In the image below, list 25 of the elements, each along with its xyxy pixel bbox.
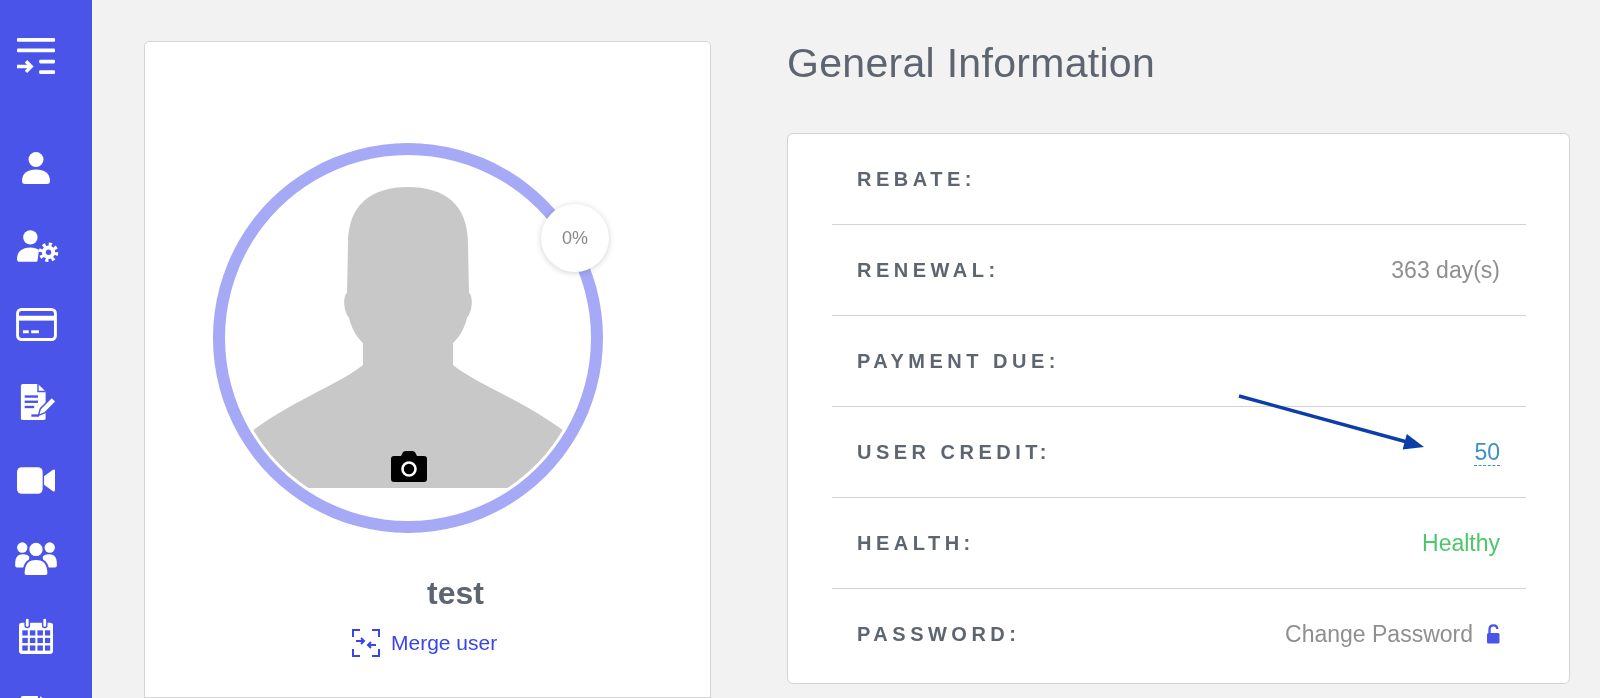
field-value: 363 day(s) xyxy=(1391,256,1500,284)
users-group-icon[interactable] xyxy=(15,540,57,576)
action-link[interactable]: Change Password xyxy=(1285,620,1500,648)
field-label: PASSWORD: xyxy=(857,622,1021,646)
editable-value[interactable]: 50 xyxy=(1474,438,1500,466)
calendar-icon[interactable] xyxy=(19,618,53,654)
credit-card-icon[interactable] xyxy=(15,307,57,341)
menu-icon[interactable] xyxy=(17,38,55,74)
merge-icon xyxy=(352,629,380,657)
field-label: HEALTH: xyxy=(857,531,975,555)
user-icon[interactable] xyxy=(22,152,50,184)
completion-badge: 0% xyxy=(541,204,609,272)
camera-icon[interactable] xyxy=(390,451,428,482)
section-title: General Information xyxy=(787,41,1157,85)
field-label: USER CREDIT: xyxy=(857,440,1051,464)
user-gear-icon[interactable] xyxy=(17,229,59,263)
field-label: PAYMENT DUE: xyxy=(857,349,1060,373)
unlock-icon xyxy=(1486,624,1500,644)
user-name: test xyxy=(427,574,484,612)
merge-user-link[interactable]: Merge user xyxy=(352,629,498,657)
video-camera-icon[interactable] xyxy=(17,465,55,495)
document-pen-icon[interactable] xyxy=(19,383,57,421)
status-value: Healthy xyxy=(1422,529,1500,557)
field-label: REBATE: xyxy=(857,167,976,191)
field-label: RENEWAL: xyxy=(857,258,1000,282)
